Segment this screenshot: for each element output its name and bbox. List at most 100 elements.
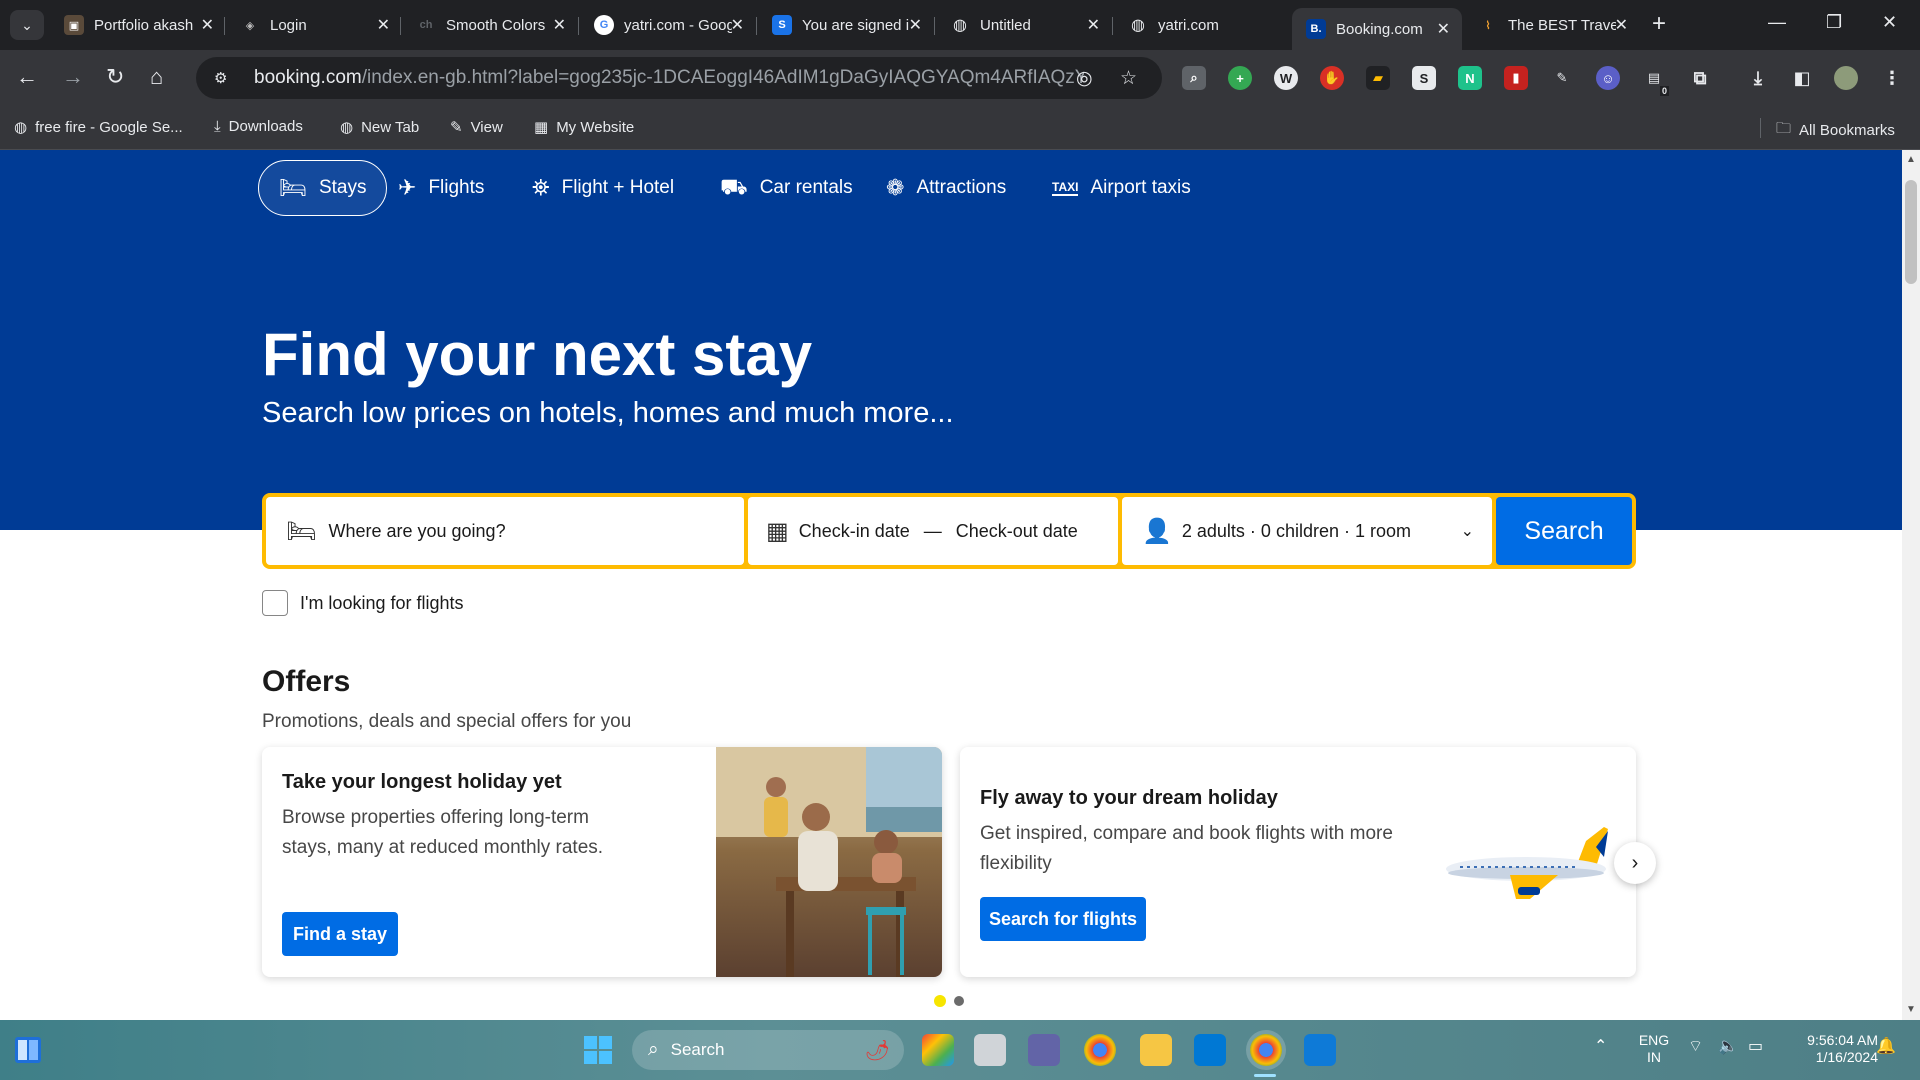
tab-portfolio[interactable]: ▣ Portfolio akash ✕ — [50, 8, 226, 42]
search-icon: ⌕ — [648, 1039, 659, 1060]
find-a-stay-button[interactable]: Find a stay — [282, 912, 398, 956]
language-indicator[interactable]: ENG IN — [1636, 1032, 1672, 1066]
nav-attractions[interactable]: ❁ Attractions — [866, 160, 1026, 216]
close-icon[interactable]: ✕ — [909, 15, 922, 35]
stop-extension-icon[interactable]: ✋ — [1320, 66, 1344, 90]
dark-extension-icon[interactable]: ▰ — [1366, 66, 1390, 90]
s-extension-icon[interactable]: S — [1412, 66, 1436, 90]
page-scrollbar[interactable]: ▲ ▼ — [1902, 150, 1920, 1020]
tab-search-button[interactable]: ⌄ — [10, 10, 44, 40]
copilot-icon[interactable] — [922, 1034, 954, 1066]
notification-bell-icon[interactable]: 🔔 — [1876, 1038, 1896, 1055]
url-text[interactable]: booking.com/index.en-gb.html?label=gog23… — [254, 67, 1084, 89]
carousel-next-button[interactable]: › — [1614, 842, 1656, 884]
chevron-up-icon[interactable]: ⌃ — [1594, 1038, 1607, 1055]
new-tab-button[interactable]: + — [1652, 12, 1666, 36]
extensions-puzzle-icon[interactable]: ⧉ — [1688, 66, 1712, 90]
nav-stays[interactable]: 🛏 Stays — [258, 160, 388, 216]
clock[interactable]: 9:56:04 AM 1/16/2024 — [1782, 1032, 1878, 1066]
checkbox-box[interactable] — [262, 590, 288, 616]
minimize-icon[interactable]: — — [1768, 12, 1786, 33]
bookmark-my-website[interactable]: ▦ My Website — [534, 118, 634, 137]
nav-flight-hotel[interactable]: ⛯ Flight + Hotel — [512, 160, 694, 216]
scroll-down-icon[interactable]: ▼ — [1906, 1004, 1916, 1015]
restore-icon[interactable]: ❐ — [1826, 12, 1842, 33]
tab-yatri-google[interactable]: G yatri.com - Google ✕ — [580, 8, 756, 42]
back-icon[interactable]: ← — [16, 64, 38, 90]
profile-avatar[interactable] — [1834, 66, 1858, 90]
tab-signed-in[interactable]: S You are signed in ✕ — [758, 8, 934, 42]
bookmark-downloads[interactable]: ⤓ Downloads — [214, 118, 303, 135]
bookmarks-divider — [1760, 118, 1761, 138]
tab-smooth-colors[interactable]: ch Smooth Colors ✕ — [402, 8, 578, 42]
chrome-icon[interactable] — [1084, 1034, 1116, 1066]
bot-extension-icon[interactable]: ☺ — [1596, 66, 1620, 90]
close-icon[interactable]: ✕ — [201, 15, 214, 35]
address-bar[interactable]: ⚙ booking.com/index.en-gb.html?label=gog… — [196, 57, 1162, 99]
chrome-profile-icon[interactable] — [1250, 1034, 1282, 1066]
reload-icon[interactable]: ↻ — [106, 64, 124, 90]
occupancy-selector[interactable]: 👤 2 adults · 0 children · 1 room ⌄ — [1122, 497, 1492, 565]
destination-input[interactable]: 🛏 Where are you going? — [266, 497, 744, 565]
scroll-thumb[interactable] — [1905, 180, 1917, 284]
volume-icon[interactable]: 🔈 — [1718, 1038, 1738, 1055]
close-icon[interactable]: ✕ — [377, 15, 390, 35]
nav-car-rentals[interactable]: ⛟ Car rentals — [700, 160, 873, 216]
close-icon[interactable]: ✕ — [1087, 15, 1100, 35]
n-extension-icon[interactable]: N — [1458, 66, 1482, 90]
bookmark-new-tab[interactable]: ◍ New Tab — [340, 118, 419, 137]
side-panel-icon[interactable]: ◧ — [1790, 66, 1814, 90]
carousel-dot-active[interactable] — [934, 995, 946, 1007]
bookmark-label: Downloads — [228, 118, 303, 135]
download-icon[interactable]: ⤓ — [1746, 66, 1770, 90]
store-icon[interactable] — [1194, 1034, 1226, 1066]
close-icon[interactable]: ✕ — [731, 15, 744, 35]
wifi-icon[interactable]: ⌔ — [1688, 1038, 1703, 1055]
scroll-up-icon[interactable]: ▲ — [1906, 154, 1916, 165]
person-icon: 👤 — [1142, 517, 1172, 545]
widgets-icon[interactable] — [14, 1036, 42, 1064]
tab-untitled[interactable]: ◍ Untitled ✕ — [936, 8, 1112, 42]
close-icon[interactable]: ✕ — [1615, 15, 1628, 35]
download-icon: ⤓ — [214, 118, 221, 135]
tab-yatri[interactable]: ◍ yatri.com — [1114, 8, 1290, 42]
picker-extension-icon[interactable]: ✎ — [1550, 66, 1574, 90]
all-bookmarks-button[interactable]: 🗀 All Bookmarks — [1776, 118, 1895, 143]
battery-icon[interactable]: ▭ — [1748, 1038, 1763, 1055]
teams-icon[interactable] — [1028, 1034, 1060, 1066]
menu-kebab-icon[interactable]: ⋮ — [1880, 66, 1904, 90]
file-explorer-icon[interactable] — [1140, 1034, 1172, 1066]
flights-checkbox[interactable]: I'm looking for flights — [262, 590, 464, 616]
bookmark-free-fire[interactable]: ◍ free fire - Google Se... — [14, 118, 183, 137]
close-icon[interactable]: ✕ — [1437, 19, 1450, 39]
task-view-icon[interactable] — [974, 1034, 1006, 1066]
search-for-flights-button[interactable]: Search for flights — [980, 897, 1146, 941]
tab-tripadvisor[interactable]: ⌇ The BEST Travel ✕ — [1464, 8, 1640, 42]
forward-icon[interactable]: → — [62, 64, 84, 90]
search-button[interactable]: Search — [1496, 497, 1632, 565]
w-extension-icon[interactable]: W — [1274, 66, 1298, 90]
book-extension-icon[interactable]: ▮ — [1504, 66, 1528, 90]
date-picker[interactable]: ▦ Check-in date — Check-out date — [748, 497, 1118, 565]
magnifier-extension-icon[interactable]: ⌕ — [1182, 66, 1206, 90]
home-icon[interactable]: ⌂ — [150, 64, 163, 90]
tab-label: You are signed in — [802, 16, 910, 34]
close-window-icon[interactable]: ✕ — [1882, 12, 1897, 33]
eye-off-icon[interactable]: ◎ — [1076, 67, 1093, 90]
tab-login[interactable]: ◈ Login ✕ — [226, 8, 402, 42]
carousel-dot[interactable] — [954, 996, 964, 1006]
counter-extension-icon[interactable]: ▤ 0 — [1642, 66, 1669, 96]
bookmark-view[interactable]: ✎ View — [450, 118, 503, 137]
taskbar-search[interactable]: ⌕ Search 🌶 — [632, 1030, 904, 1070]
nav-flights[interactable]: ✈ Flights — [378, 160, 504, 216]
site-info-icon[interactable]: ⚙ — [214, 69, 234, 87]
nav-airport-taxis[interactable]: TAXI Airport taxis — [1032, 160, 1211, 216]
tab-booking[interactable]: B. Booking.com ✕ — [1292, 8, 1462, 50]
vscode-icon[interactable] — [1304, 1034, 1336, 1066]
plus-extension-icon[interactable]: + — [1228, 66, 1252, 90]
close-icon[interactable]: ✕ — [553, 15, 566, 35]
family-photo-image — [716, 747, 942, 977]
star-icon[interactable]: ☆ — [1120, 67, 1137, 90]
windows-start-icon[interactable] — [582, 1034, 614, 1066]
card-title: Fly away to your dream holiday — [980, 787, 1278, 809]
